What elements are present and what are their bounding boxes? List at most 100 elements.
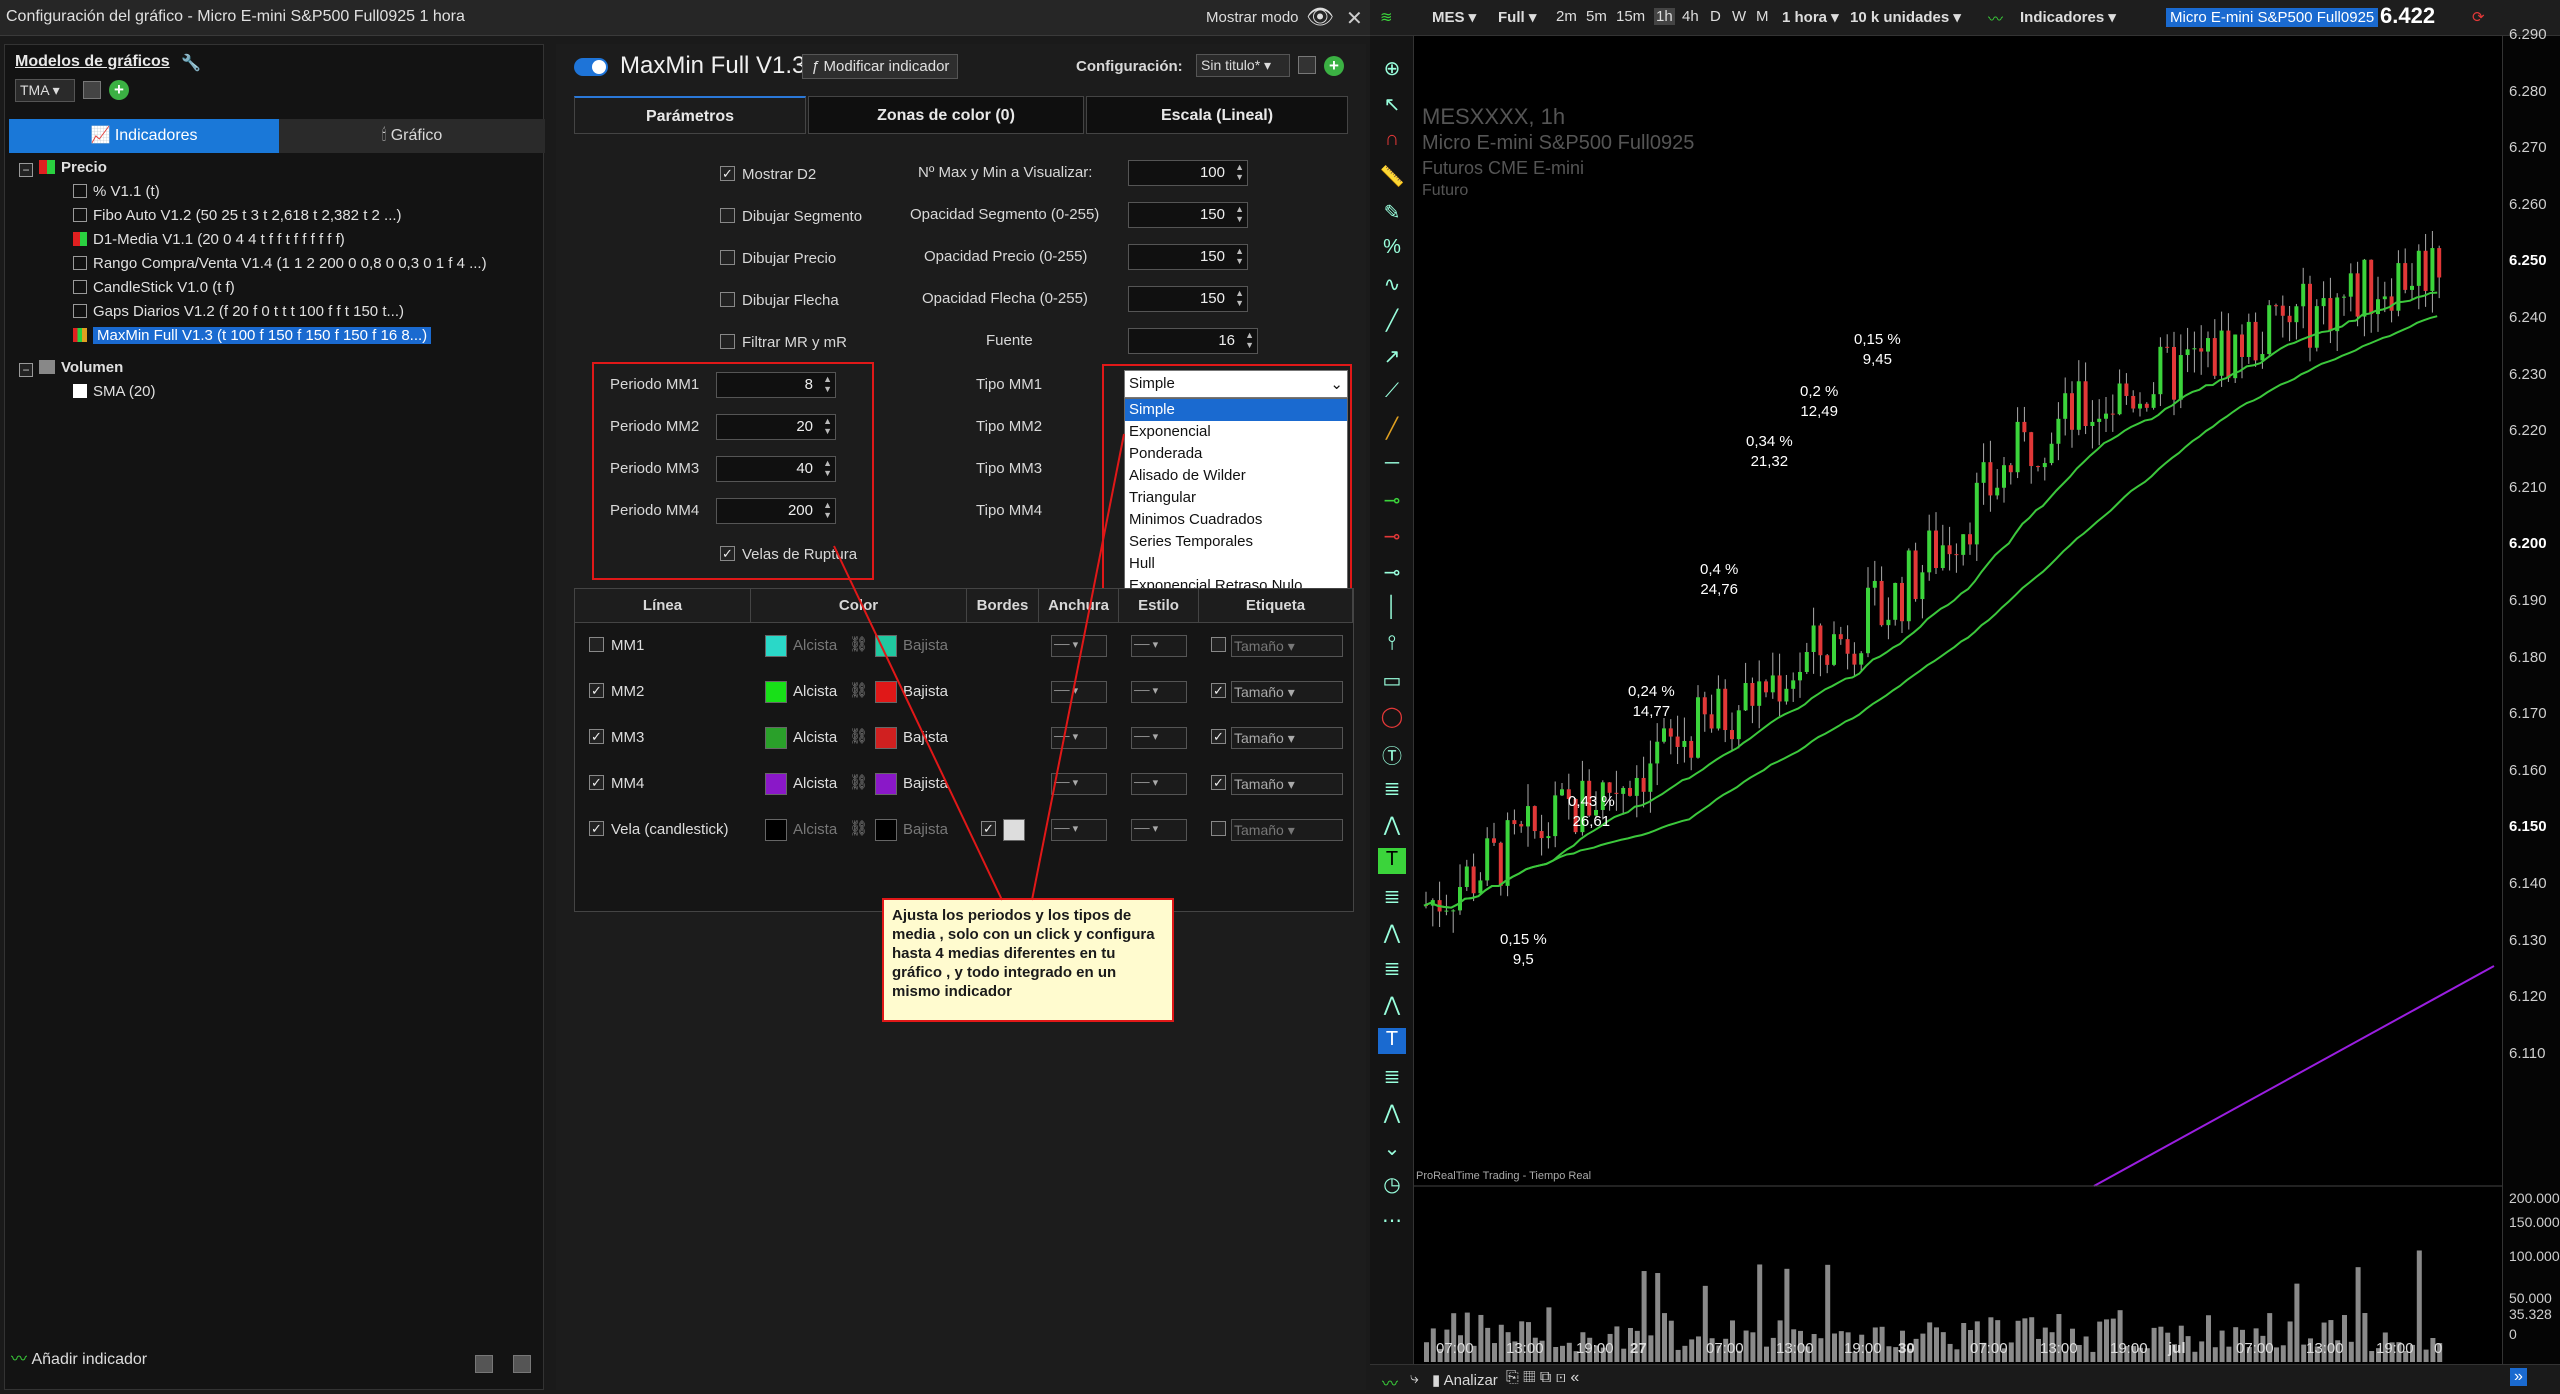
cursor-icon[interactable]: ↖: [1378, 92, 1406, 118]
volume-bar: [2097, 1321, 2103, 1362]
candle: [2253, 321, 2258, 361]
text-icon[interactable]: Ⓣ: [1378, 740, 1406, 768]
tf-15m[interactable]: 15m: [1616, 8, 1645, 25]
t-green-icon[interactable]: T: [1378, 848, 1406, 874]
candle: [1730, 730, 1734, 740]
candle: [1662, 728, 1666, 742]
candle: [1464, 866, 1469, 888]
indicators-button[interactable]: Indicadores ▾: [2020, 8, 2116, 26]
ellipse-icon[interactable]: ◯: [1378, 704, 1406, 730]
vline-icon[interactable]: │: [1378, 596, 1406, 622]
tf-5m[interactable]: 5m: [1586, 8, 1607, 25]
pct-label: 0,4 %: [1700, 561, 1739, 578]
hline-icon[interactable]: ─: [1378, 452, 1406, 478]
zoom-icon[interactable]: ⊕: [1378, 56, 1406, 82]
vray-icon[interactable]: ⫯: [1378, 632, 1406, 658]
ruler-icon[interactable]: 📏: [1378, 164, 1406, 190]
tf-2m[interactable]: 2m: [1556, 8, 1577, 25]
candle: [2423, 250, 2428, 291]
candle: [2158, 346, 2163, 395]
chevron-down-icon[interactable]: ⌄: [1378, 1136, 1406, 1162]
price-tick: 6.130: [2509, 931, 2547, 949]
fib2-icon[interactable]: ≣: [1378, 884, 1406, 910]
candle: [1886, 619, 1891, 626]
time-tick: 19:00: [1576, 1340, 1614, 1357]
pct-label: 0,34 %: [1746, 433, 1793, 450]
units-select[interactable]: 10 k unidades ▾: [1850, 8, 1961, 26]
volume-bar: [2355, 1267, 2361, 1362]
move-annotation: 0,43 % 26,61: [1568, 792, 1615, 832]
volume-tick: 0: [2509, 1326, 2517, 1342]
t-blue-icon[interactable]: T: [1378, 1028, 1406, 1054]
instrument-label[interactable]: Micro E-mini S&P500 Full0925: [2166, 8, 2379, 27]
pattern3-icon[interactable]: ⋀: [1378, 992, 1406, 1018]
time-tick: 30: [1898, 1340, 1915, 1357]
volume-bar: [1832, 1333, 1837, 1362]
chart-toolbar: ≋ MES ▾ Full ▾ 2m 5m 15m 1h 4h D W M 1 h…: [1370, 0, 2560, 36]
candle: [1968, 534, 1972, 545]
watermark-4: Futuro: [1422, 182, 1469, 199]
price-chart[interactable]: [1414, 36, 2502, 1364]
tf-m[interactable]: M: [1756, 8, 1769, 25]
points-label: 26,61: [1572, 813, 1611, 830]
fib4-icon[interactable]: ≣: [1378, 1064, 1406, 1090]
pattern2-icon[interactable]: ⋀: [1378, 920, 1406, 946]
volume-bar: [2206, 1315, 2211, 1362]
tf-d[interactable]: D: [1710, 8, 1721, 25]
volume-bar: [1668, 1320, 1674, 1362]
chart-menu-icon[interactable]: ≋: [1380, 8, 1393, 26]
symbol-select[interactable]: MES ▾: [1432, 8, 1476, 26]
points-label: 14,77: [1632, 703, 1671, 720]
arrow-icon[interactable]: ↗: [1378, 344, 1406, 370]
hline-red-icon[interactable]: ⊸: [1378, 524, 1406, 550]
trendline-icon[interactable]: ╱: [1378, 308, 1406, 334]
full-select[interactable]: Full ▾: [1498, 8, 1536, 26]
volume-bar: [1682, 1345, 1688, 1362]
ray-icon[interactable]: ⊸: [1378, 560, 1406, 586]
tf-4h[interactable]: 4h: [1682, 8, 1699, 25]
candle: [1471, 866, 1476, 894]
toolbar-icons[interactable]: ⎘ ▦ ⧉ ⊡ «: [1506, 1369, 1579, 1387]
hline-green-icon[interactable]: ⊸: [1378, 488, 1406, 514]
candle: [2246, 321, 2251, 357]
candle: [2226, 330, 2231, 379]
time-tick: 07:00: [1706, 1340, 1744, 1357]
candle: [2294, 306, 2299, 323]
candle: [2219, 330, 2224, 376]
segment-icon[interactable]: ⟋: [1378, 380, 1406, 406]
tf-1h[interactable]: 1h: [1654, 8, 1675, 25]
percent-icon[interactable]: %: [1378, 236, 1406, 262]
fib3-icon[interactable]: ≣: [1378, 956, 1406, 982]
candle: [1777, 675, 1782, 702]
price-axis[interactable]: 6.290 6.280 6.270 6.260 6.250 6.240 6.230 6.220…: [2502, 26, 2560, 1376]
candle: [2280, 305, 2285, 316]
share-icon[interactable]: ⤷: [1410, 1370, 1419, 1388]
analyze-label: Analizar: [1443, 1372, 1498, 1389]
wave-icon[interactable]: 〰: [1382, 1370, 1398, 1394]
fib-icon[interactable]: ≣: [1378, 776, 1406, 802]
volume-bar: [1655, 1273, 1661, 1362]
analyze-button[interactable]: ▮ Analizar: [1432, 1371, 1498, 1389]
candle: [1879, 580, 1884, 626]
line-orange-icon[interactable]: ╱: [1378, 416, 1406, 442]
pct-label: 0,15 %: [1500, 931, 1547, 948]
clock-icon[interactable]: ◷: [1378, 1172, 1406, 1198]
pencil-icon[interactable]: ✎: [1378, 200, 1406, 226]
volume-bar: [1940, 1332, 1946, 1362]
more-icon[interactable]: ⋯: [1378, 1208, 1406, 1234]
magnet-icon[interactable]: ∩: [1378, 128, 1406, 154]
candle: [2165, 346, 2170, 348]
pattern4-icon[interactable]: ⋀: [1378, 1100, 1406, 1126]
candle: [1492, 838, 1496, 843]
status-icon: ⟳: [2472, 9, 2485, 26]
wave-icon[interactable]: ∿: [1378, 272, 1406, 298]
rect-icon[interactable]: ▭: [1378, 668, 1406, 694]
candle: [2131, 395, 2136, 409]
interval-select[interactable]: 1 hora ▾: [1782, 8, 1839, 26]
tf-w[interactable]: W: [1732, 8, 1746, 25]
pattern-icon[interactable]: ⋀: [1378, 812, 1406, 838]
volume-bar: [2274, 1347, 2279, 1362]
scroll-end-icon[interactable]: »: [2510, 1368, 2527, 1386]
volume-bar: [1485, 1327, 1491, 1362]
candle: [2144, 403, 2149, 408]
